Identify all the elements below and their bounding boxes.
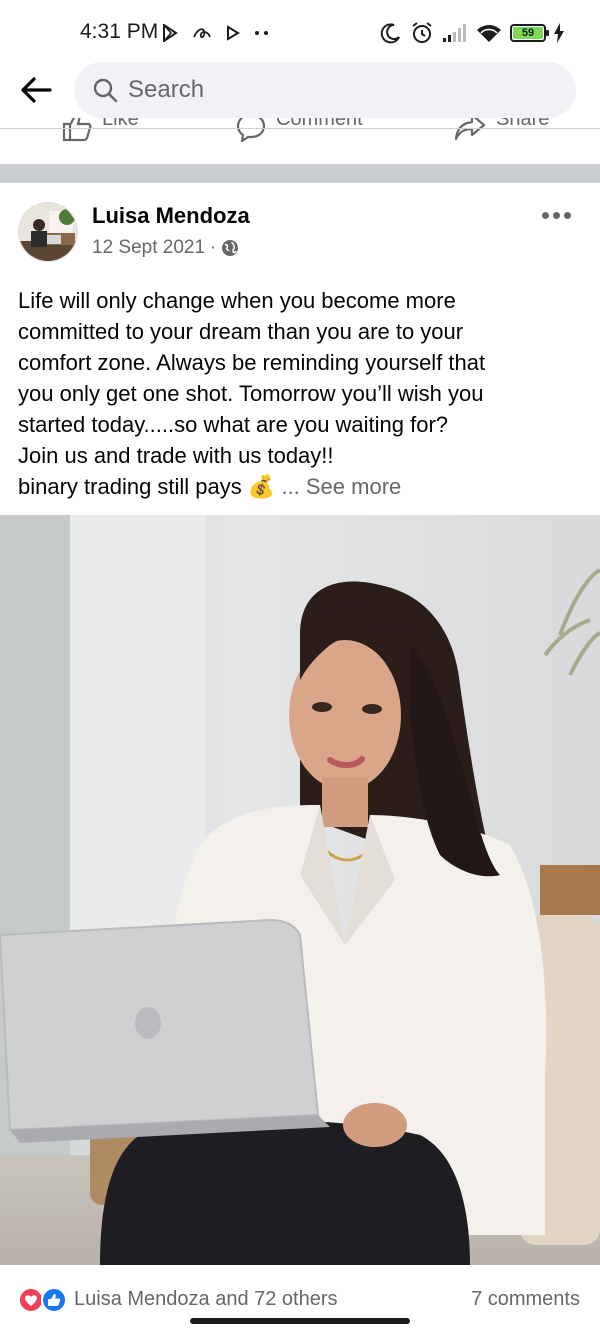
- post-options-button[interactable]: [542, 208, 572, 222]
- share-arrow-icon: [454, 118, 486, 141]
- signal-icon: [443, 24, 466, 42]
- post-text-line: comfort zone. Always be reminding yourse…: [18, 350, 486, 375]
- search-header: [0, 62, 600, 118]
- reaction-bar: Luisa Mendoza and 72 others 7 comments: [0, 1265, 600, 1333]
- home-indicator[interactable]: [190, 1318, 410, 1324]
- reaction-icons-graphic: [18, 1287, 67, 1313]
- post-text-line: you only get one shot. Tomorrow you’ll w…: [18, 381, 484, 406]
- system-icons: 59: [380, 20, 564, 46]
- avatar-image: [19, 203, 77, 261]
- post-text-line: binary trading still pays: [18, 474, 242, 499]
- post-text-line: Join us and trade with us today!!: [18, 443, 334, 468]
- photo-woman-laptop: [0, 515, 600, 1265]
- search-input[interactable]: [128, 76, 548, 104]
- like-button[interactable]: Like: [62, 118, 139, 142]
- globe-icon: [222, 240, 239, 256]
- money-bag-emoji: 💰: [247, 474, 276, 499]
- status-time: 4:31 PM: [80, 20, 159, 43]
- comment-bubble-icon: [236, 118, 266, 142]
- cursive-app-icon: [193, 28, 211, 39]
- search-bar[interactable]: [74, 62, 576, 118]
- post-photo[interactable]: [0, 515, 600, 1265]
- status-bar: 4:31 PM 59: [0, 0, 600, 62]
- wifi-icon: [477, 25, 501, 42]
- alarm-icon: [412, 22, 432, 43]
- comments-count[interactable]: 7 comments: [471, 1288, 580, 1311]
- thumbs-up-icon: [62, 118, 92, 142]
- more-dots-icon: [255, 31, 268, 35]
- post-meta: 12 Sept 2021 ·: [92, 237, 239, 259]
- see-more-link[interactable]: ... See more: [281, 474, 401, 499]
- notification-icons: [162, 22, 270, 44]
- battery-level: 59: [513, 27, 543, 39]
- author-name[interactable]: Luisa Mendoza: [92, 203, 250, 229]
- play-store-icon: [163, 24, 178, 42]
- post-text: Life will only change when you become mo…: [18, 285, 584, 502]
- share-button[interactable]: Share: [454, 118, 549, 142]
- play-arrow-icon: [227, 25, 240, 41]
- moon-icon: [380, 23, 400, 44]
- header-divider: [0, 128, 600, 129]
- back-button[interactable]: [18, 72, 54, 108]
- post-text-line: started today.....so what are you waitin…: [18, 412, 449, 437]
- comment-button[interactable]: Comment: [236, 118, 363, 142]
- back-arrow-icon: [21, 77, 52, 103]
- meta-separator: ·: [210, 237, 217, 258]
- post-text-line: committed to your dream than you are to …: [18, 319, 464, 344]
- reaction-icons[interactable]: [18, 1287, 70, 1313]
- search-icon: [93, 78, 118, 103]
- reactions-summary[interactable]: Luisa Mendoza and 72 others: [74, 1288, 338, 1311]
- post-text-last-line: binary trading still pays 💰 ... See more: [18, 471, 584, 502]
- post-header: Luisa Mendoza 12 Sept 2021 ·: [18, 200, 582, 264]
- post-date[interactable]: 12 Sept 2021: [92, 237, 205, 259]
- previous-post-actions: Like Comment Share: [0, 118, 600, 164]
- charging-bolt-icon: [554, 23, 564, 43]
- feed-separator: [0, 164, 600, 183]
- avatar[interactable]: [18, 202, 78, 262]
- battery-icon: 59: [510, 24, 549, 42]
- post-text-line: Life will only change when you become mo…: [18, 288, 456, 313]
